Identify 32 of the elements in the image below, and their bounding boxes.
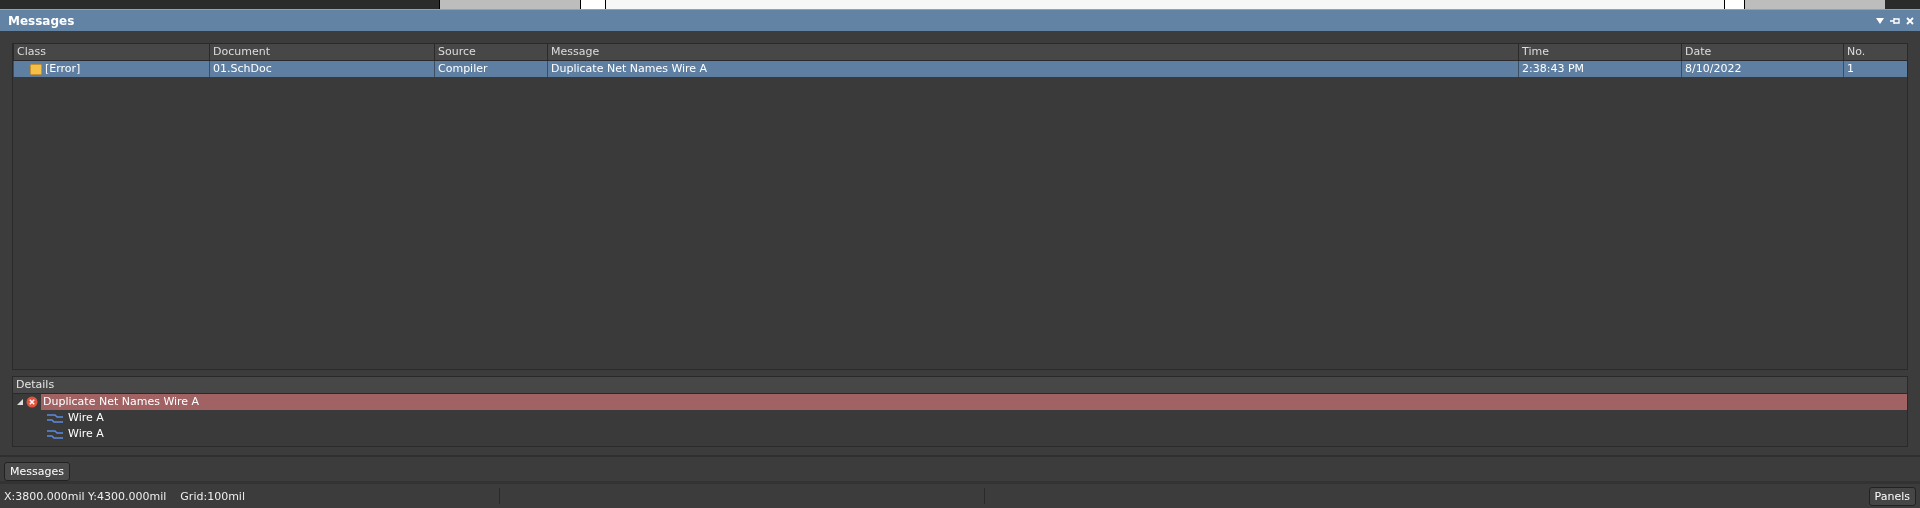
column-header[interactable]: Document bbox=[209, 44, 434, 60]
column-header[interactable]: Date bbox=[1681, 44, 1843, 60]
dropdown-icon[interactable] bbox=[1876, 17, 1884, 24]
panel-tab[interactable]: Messages bbox=[4, 462, 70, 481]
tree-item[interactable]: Wire A bbox=[66, 410, 106, 426]
column-header[interactable]: No. bbox=[1843, 44, 1907, 60]
panel-title: Messages bbox=[8, 13, 75, 28]
details-header: Details bbox=[13, 377, 1907, 394]
error-icon bbox=[26, 396, 38, 408]
status-text: X:3800.000mil Y:4300.000mil bbox=[4, 489, 167, 503]
table-cell: 1 bbox=[1843, 61, 1907, 77]
pin-icon[interactable] bbox=[1890, 16, 1900, 25]
tree-item[interactable]: Duplicate Net Names Wire A bbox=[41, 394, 1907, 410]
wire-icon bbox=[47, 429, 63, 439]
table-cell: 8/10/2022 bbox=[1681, 61, 1843, 77]
close-icon[interactable] bbox=[1906, 16, 1914, 25]
status-text: Grid:100mil bbox=[180, 489, 245, 503]
wire-icon bbox=[47, 413, 63, 423]
table-cell: 01.SchDoc bbox=[209, 61, 434, 77]
table-cell: Compiler bbox=[434, 61, 547, 77]
panels-button[interactable]: Panels bbox=[1868, 486, 1916, 506]
message-row[interactable]: [Error] 01.SchDoc Compiler Duplicate Net Names Wire A 2:38:43 PM 8/10/2022 1 bbox=[13, 61, 1907, 77]
tree-item[interactable]: Wire A bbox=[66, 426, 106, 442]
column-header[interactable]: Class bbox=[13, 44, 209, 60]
folder-icon bbox=[30, 63, 42, 75]
collapse-icon[interactable] bbox=[17, 399, 23, 405]
table-cell: 2:38:43 PM bbox=[1518, 61, 1681, 77]
column-header[interactable]: Time bbox=[1518, 44, 1681, 60]
table-cell: [Error] bbox=[45, 61, 81, 77]
table-cell: Duplicate Net Names Wire A bbox=[547, 61, 1518, 77]
column-header[interactable]: Message bbox=[547, 44, 1518, 60]
column-header[interactable]: Source bbox=[434, 44, 547, 60]
